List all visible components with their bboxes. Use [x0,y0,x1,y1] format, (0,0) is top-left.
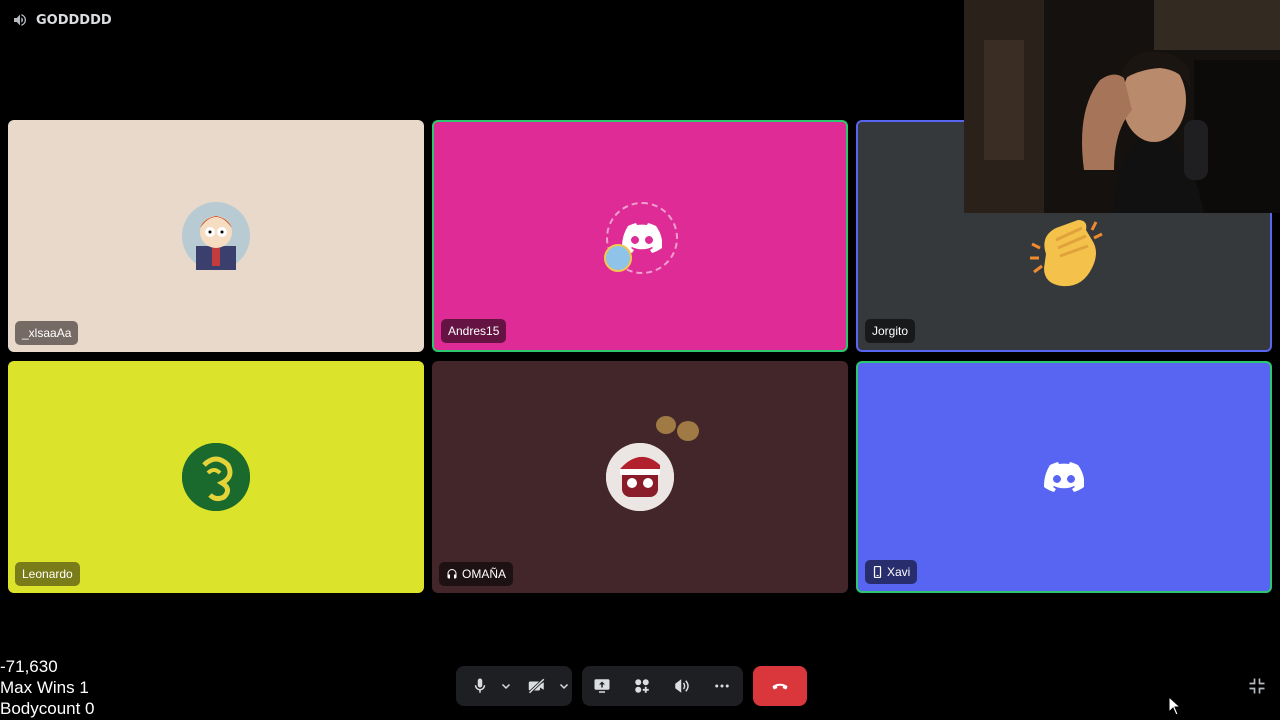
stats-overlay: -71,630 Max Wins 1 Bodycount 0 [0,656,95,719]
participant-name: _xlsaaAa [22,326,72,340]
soundboard-icon [675,679,689,693]
webcam-overlay [964,0,1280,213]
microphone-options-button[interactable] [498,666,514,706]
channel-name: GODDDDD [36,12,112,28]
headset-icon [447,569,457,579]
green-emblem-avatar [182,443,250,511]
exit-fullscreen-button[interactable] [1247,676,1267,696]
activities-button[interactable] [622,666,662,706]
chevron-down-icon [501,683,511,690]
participant-name: Xavi [887,565,911,579]
microphone-button[interactable] [462,666,498,706]
participant-name: Andres15 [448,324,500,338]
participant-name: Leonardo [22,567,73,581]
screen-share-icon [594,679,610,693]
camera-off-icon [528,678,545,694]
soundboard-button[interactable] [662,666,702,706]
camera-button[interactable] [518,666,556,706]
clapping-reaction-icon [652,411,704,445]
screen-share-button[interactable] [582,666,622,706]
mobile-icon [873,566,882,578]
participant-name-tag: OMAÑA [439,562,514,586]
participant-tile-xavi[interactable]: Xavi [856,361,1272,593]
participant-tile-omana[interactable]: OMAÑA [432,361,848,593]
participant-name-tag: Xavi [865,560,918,584]
bodycount-text: Bodycount 0 [0,699,95,718]
participant-name: OMAÑA [462,567,507,581]
discord-logo-avatar [1030,443,1098,511]
disconnect-button[interactable] [753,666,807,706]
chevron-down-icon [559,683,569,690]
mouse-cursor-icon [1168,695,1182,720]
exit-fullscreen-icon [1249,678,1265,694]
cartoon-avatar [182,202,250,270]
camera-options-button[interactable] [556,666,572,706]
participant-name-tag: Andres15 [441,319,507,343]
speaker-icon [14,14,27,26]
participant-tile-andres15[interactable]: Andres15 [432,120,848,352]
participant-tile-xlsaaaa[interactable]: _xlsaaAa [8,120,424,352]
more-icon [715,684,729,688]
more-options-button[interactable] [702,666,742,706]
max-wins-text: Max Wins 1 [0,678,89,697]
audio-video-controls [456,666,572,706]
participant-name: Jorgito [872,324,909,338]
santa-hat-avatar [606,443,674,511]
party-decoration-icon [604,244,632,272]
voice-channel-header: GODDDDD [12,10,112,30]
score-text: -71,630 [0,657,58,676]
clapping-hands-emoji [1026,214,1106,296]
participant-tile-leonardo[interactable]: Leonardo [8,361,424,593]
participant-name-tag: _xlsaaAa [15,321,79,345]
hang-up-icon [772,683,788,690]
activity-controls [582,666,743,706]
activities-icon [635,679,649,693]
participant-name-tag: Leonardo [15,562,80,586]
microphone-icon [474,678,486,693]
participant-name-tag: Jorgito [865,319,916,343]
